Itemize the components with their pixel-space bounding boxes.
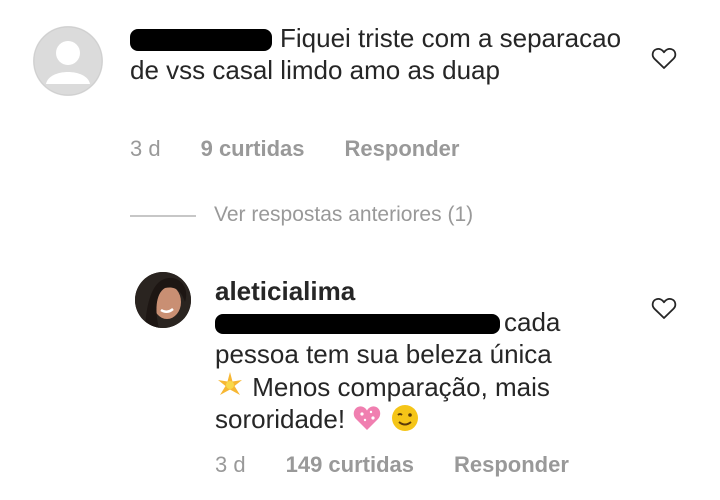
comment-2-likes[interactable]: 149 curtidas [286,452,414,477]
sparkles-emoji-icon [218,372,242,395]
default-avatar-icon [33,26,103,96]
comment-2-time: 3 d [215,452,246,477]
comment-1-reply-button[interactable]: Responder [345,136,460,161]
avatar-aleticialima[interactable] [135,272,191,328]
sparkling-heart-emoji-icon [354,406,381,430]
redacted-mention [215,314,500,335]
replies-divider [130,215,196,217]
avatar-default[interactable] [33,26,103,96]
like-heart-icon[interactable] [651,46,677,70]
redacted-username [130,29,272,52]
comment-1-likes[interactable]: 9 curtidas [201,136,305,161]
like-heart-icon[interactable] [651,296,677,320]
comment-2-reply-button[interactable]: Responder [454,452,569,477]
winking-face-emoji-icon [391,405,418,431]
comment-1-body: Fiquei triste com a separacao de vss cas… [130,22,630,86]
profile-photo [135,272,191,328]
comment-1-time: 3 d [130,136,161,161]
comment-2-body: cada pessoa tem sua beleza única Menos c… [215,307,561,434]
comment-2-meta: 3 d 149 curtidas Responder [215,452,609,478]
comment-1-meta: 3 d 9 curtidas Responder [130,136,499,162]
view-previous-replies-link[interactable]: Ver respostas anteriores (1) [214,203,473,227]
comment-2-username[interactable]: aleticialima [215,275,355,307]
